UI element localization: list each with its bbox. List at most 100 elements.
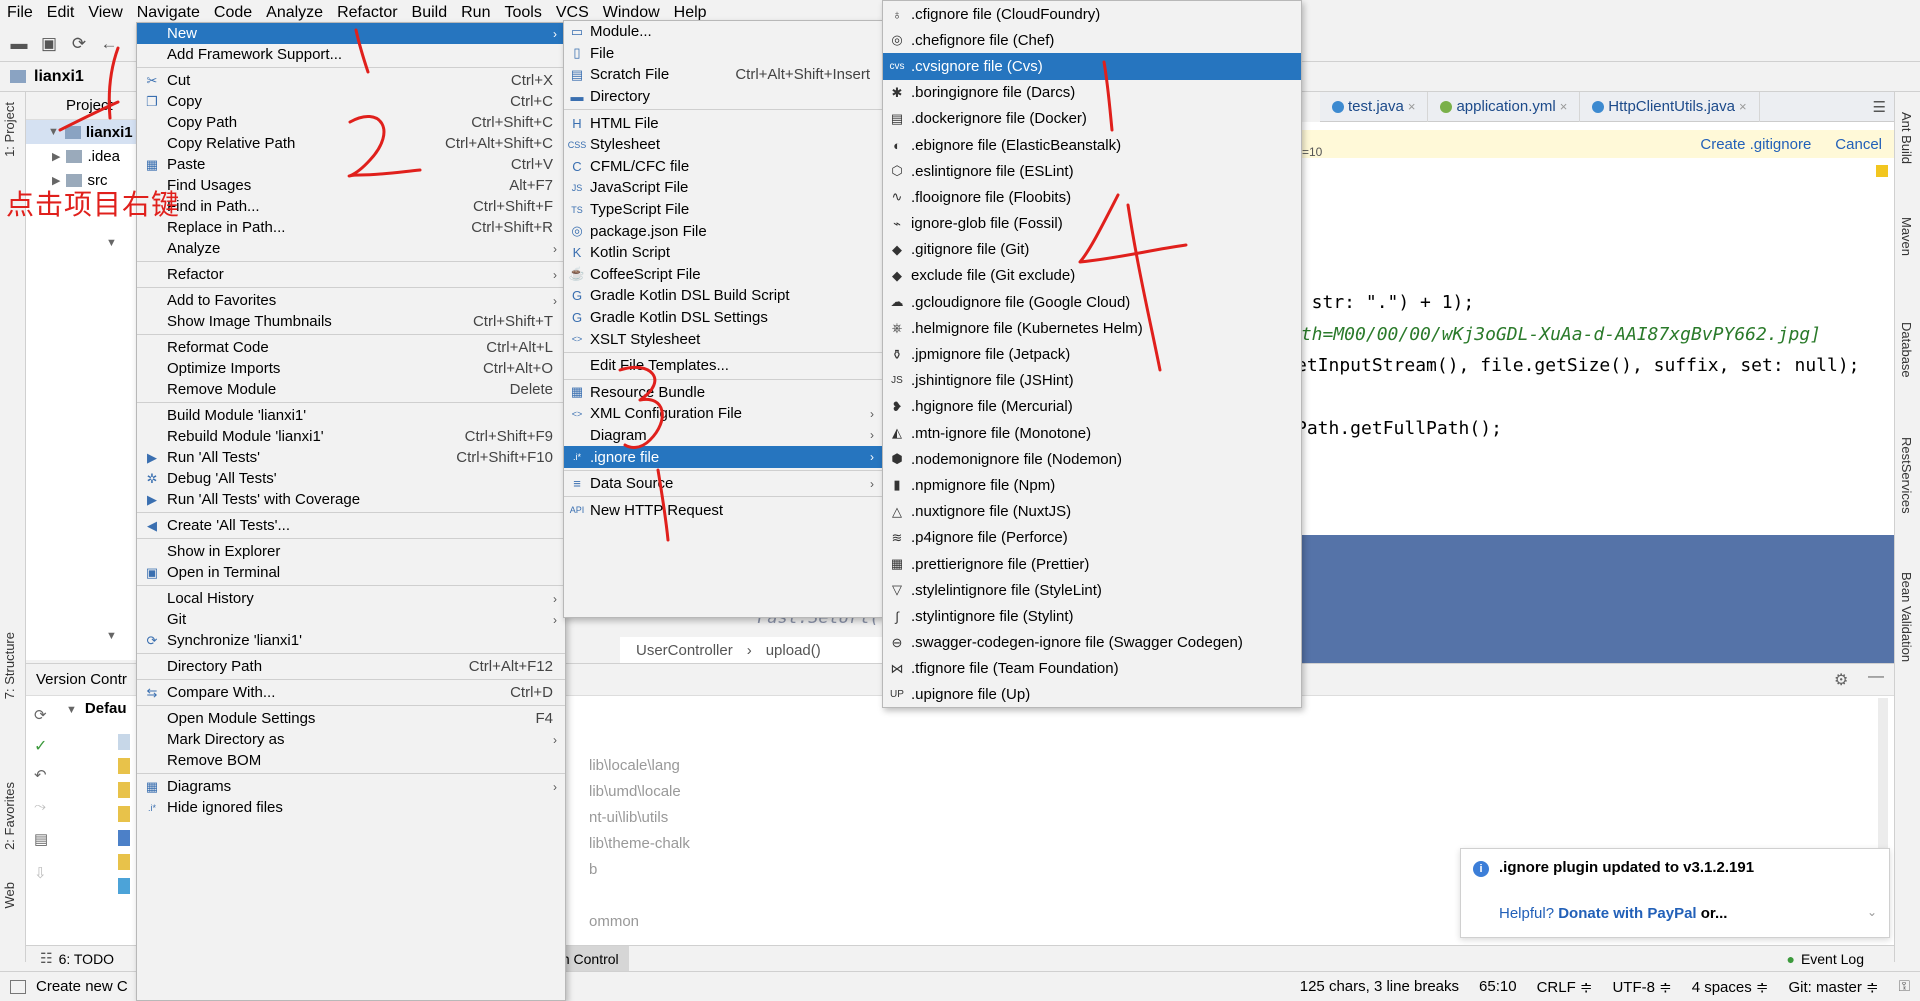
new-menu-item[interactable]: ▤ Scratch File Ctrl+Alt+Shift+Insert: [564, 64, 882, 86]
close-icon[interactable]: ×: [1739, 99, 1747, 114]
refresh-icon[interactable]: ⟳: [34, 706, 47, 724]
menu-view[interactable]: View: [81, 4, 129, 22]
ignore-menu-item[interactable]: ◭ .mtn-ignore file (Monotone): [883, 420, 1301, 446]
context-menu-item[interactable]: Copy Relative Path Ctrl+Alt+Shift+C: [137, 133, 565, 154]
ignore-menu-item[interactable]: ⊖ .swagger-codegen-ignore file (Swagger C…: [883, 630, 1301, 656]
new-menu-item[interactable]: .i* .ignore file ›: [564, 446, 882, 468]
context-menu-item[interactable]: Show Image Thumbnails Ctrl+Shift+T: [137, 311, 565, 332]
project-header-label[interactable]: Project: [66, 97, 113, 114]
context-menu-item[interactable]: Analyze ›: [137, 238, 565, 259]
caret-position[interactable]: 65:10: [1469, 978, 1527, 995]
ignore-menu-item[interactable]: ∫ .stylintignore file (Stylint): [883, 603, 1301, 629]
breadcrumb-method[interactable]: upload(): [766, 642, 821, 659]
context-menu-item[interactable]: Reformat Code Ctrl+Alt+L: [137, 337, 565, 358]
new-menu-item[interactable]: K Kotlin Script: [564, 242, 882, 264]
rest-services-tab[interactable]: RestServices: [1899, 437, 1914, 514]
back-arrow-icon[interactable]: ←: [100, 34, 118, 53]
menu-tools[interactable]: Tools: [497, 4, 548, 22]
ignore-menu-item[interactable]: UP .upignore file (Up): [883, 682, 1301, 708]
context-menu-item[interactable]: Add to Favorites ›: [137, 290, 565, 311]
ignore-menu-item[interactable]: ✱ .boringignore file (Darcs): [883, 80, 1301, 106]
vc-path[interactable]: b: [589, 861, 597, 878]
context-menu-item[interactable]: ▶ Run 'All Tests' Ctrl+Shift+F10: [137, 447, 565, 468]
vc-header-label[interactable]: Version Contr: [36, 671, 127, 688]
new-menu-item[interactable]: Diagram ›: [564, 425, 882, 447]
context-menu-item[interactable]: Open Module Settings F4: [137, 708, 565, 729]
rollback-icon[interactable]: ↶: [34, 766, 47, 784]
warning-marker[interactable]: [1876, 165, 1888, 177]
context-menu-item[interactable]: Build Module 'lianxi1': [137, 405, 565, 426]
bean-validation-tab[interactable]: Bean Validation: [1899, 572, 1914, 662]
context-menu-item[interactable]: Replace in Path... Ctrl+Shift+R: [137, 217, 565, 238]
new-menu-item[interactable]: <> XSLT Stylesheet: [564, 328, 882, 350]
vc-path[interactable]: lib\theme-chalk: [589, 835, 690, 852]
ignore-menu-item[interactable]: ▤ .dockerignore file (Docker): [883, 106, 1301, 132]
download-icon[interactable]: ⇩: [34, 864, 47, 882]
tab-list-icon[interactable]: ☰: [1873, 98, 1886, 116]
changelist-default[interactable]: ▼ Defau: [66, 700, 127, 717]
gear-icon[interactable]: ⚙: [1834, 670, 1848, 690]
web-tool-tab[interactable]: Web: [2, 882, 17, 909]
minimize-icon[interactable]: —: [1868, 668, 1884, 686]
status-toggle-icon[interactable]: [10, 979, 26, 994]
chevron-down-icon[interactable]: ▼: [106, 237, 117, 249]
editor-tab[interactable]: HttpClientUtils.java ×: [1580, 91, 1760, 122]
new-menu-item[interactable]: G Gradle Kotlin DSL Settings: [564, 307, 882, 329]
close-icon[interactable]: ×: [1560, 99, 1568, 114]
new-menu-item[interactable]: ▬ Directory: [564, 86, 882, 108]
ignore-menu-item[interactable]: ∿ .flooignore file (Floobits): [883, 184, 1301, 210]
navbar-project-name[interactable]: lianxi1: [34, 68, 84, 86]
new-menu-item[interactable]: CSS Stylesheet: [564, 134, 882, 156]
shelf-icon[interactable]: ▤: [34, 830, 48, 848]
donate-link[interactable]: Donate with PayPal: [1558, 905, 1696, 922]
ignore-menu-item[interactable]: ▦ .prettierignore file (Prettier): [883, 551, 1301, 577]
ignore-menu-item[interactable]: ▮ .npmignore file (Npm): [883, 472, 1301, 498]
context-menu-item[interactable]: Add Framework Support...: [137, 44, 565, 65]
ignore-menu-item[interactable]: ◐ .ebignore file (ElasticBeanstalk): [883, 132, 1301, 158]
context-menu-item[interactable]: ◀ Create 'All Tests'...: [137, 515, 565, 536]
ignore-menu-item[interactable]: ⬢ .nodemonignore file (Nodemon): [883, 446, 1301, 472]
menu-navigate[interactable]: Navigate: [130, 4, 207, 22]
context-menu-item[interactable]: Rebuild Module 'lianxi1' Ctrl+Shift+F9: [137, 426, 565, 447]
file-encoding[interactable]: UTF-8 ≑: [1602, 978, 1681, 996]
new-menu-item[interactable]: ▦ Resource Bundle: [564, 382, 882, 404]
event-log-tab[interactable]: Event Log: [1801, 951, 1864, 967]
structure-tool-tab[interactable]: 7: Structure: [2, 632, 17, 699]
sync-icon[interactable]: ⟳: [70, 34, 88, 53]
editor-tab[interactable]: test.java ×: [1320, 91, 1429, 122]
context-menu-item[interactable]: Optimize Imports Ctrl+Alt+O: [137, 358, 565, 379]
new-menu-item[interactable]: H HTML File: [564, 112, 882, 134]
context-menu-item[interactable]: ▦ Paste Ctrl+V: [137, 154, 565, 175]
new-menu-item[interactable]: TS TypeScript File: [564, 199, 882, 221]
ant-build-tab[interactable]: Ant Build: [1899, 112, 1914, 164]
ignore-menu-item[interactable]: ≋ .p4ignore file (Perforce): [883, 525, 1301, 551]
new-menu-item[interactable]: API New HTTP Request: [564, 499, 882, 521]
commit-check-icon[interactable]: ✓: [34, 736, 47, 756]
ignore-menu-item[interactable]: ⋈ .tfignore file (Team Foundation): [883, 656, 1301, 682]
context-menu-item[interactable]: .i* Hide ignored files: [137, 797, 565, 818]
database-tab[interactable]: Database: [1899, 322, 1914, 378]
vc-path[interactable]: lib\locale\lang: [589, 757, 680, 774]
chevron-down-icon[interactable]: ⌄: [1867, 905, 1877, 919]
context-menu-item[interactable]: ▣ Open in Terminal: [137, 562, 565, 583]
todo-tab[interactable]: 6: TODO: [59, 951, 115, 967]
context-menu-item[interactable]: ▶ Run 'All Tests' with Coverage: [137, 489, 565, 510]
chevron-down-icon[interactable]: ▼: [106, 630, 117, 642]
context-menu-item[interactable]: ⇆ Compare With... Ctrl+D: [137, 682, 565, 703]
menu-file[interactable]: File: [0, 4, 40, 22]
menu-analyze[interactable]: Analyze: [259, 4, 330, 22]
context-menu-item[interactable]: Copy Path Ctrl+Shift+C: [137, 112, 565, 133]
editor-tab[interactable]: application.yml ×: [1428, 91, 1581, 122]
cancel-link[interactable]: Cancel: [1835, 136, 1882, 153]
vc-path[interactable]: lib\umd\locale: [589, 783, 681, 800]
chevron-down-icon[interactable]: ▼: [66, 704, 77, 716]
context-menu-item[interactable]: Local History ›: [137, 588, 565, 609]
new-menu-item[interactable]: Edit File Templates...: [564, 355, 882, 377]
ignore-menu-item[interactable]: ☁ .gcloudignore file (Google Cloud): [883, 289, 1301, 315]
menu-code[interactable]: Code: [207, 4, 259, 22]
new-menu-item[interactable]: ≡ Data Source ›: [564, 473, 882, 495]
ignore-menu-item[interactable]: ⬡ .eslintignore file (ESLint): [883, 158, 1301, 184]
tree-row-root[interactable]: ▼ lianxi1: [26, 120, 145, 144]
ignore-menu-item[interactable]: △ .nuxtignore file (NuxtJS): [883, 499, 1301, 525]
context-menu-item[interactable]: ✲ Debug 'All Tests': [137, 468, 565, 489]
